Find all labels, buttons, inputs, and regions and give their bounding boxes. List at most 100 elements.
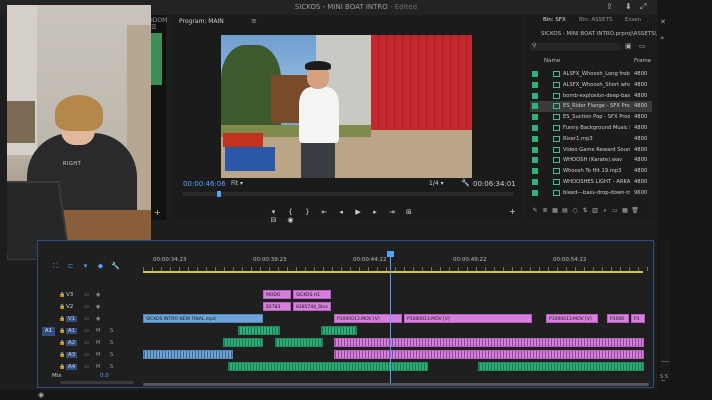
list-item[interactable]: bomb-explosion-deep-bass- 4800: [530, 91, 652, 102]
list-item-selected[interactable]: ES_Rider Flange - SFX Produ 4800: [530, 101, 652, 113]
clip-audio[interactable]: [238, 326, 280, 335]
automate-icon[interactable]: ▥: [590, 207, 600, 214]
clip-v2-82783[interactable]: 82783: [263, 302, 291, 311]
snap-icon[interactable]: ⛶: [48, 262, 63, 271]
list-item[interactable]: Riser1.mp3 4800: [530, 134, 652, 145]
program-playhead[interactable]: [217, 191, 221, 197]
lock-icon[interactable]: 🔒: [59, 364, 65, 370]
list-item[interactable]: WHOOSHES LIGHT - ARKAN 4800: [530, 177, 652, 188]
clip-v1-p1000013[interactable]: P1000013.MOV [V]: [404, 314, 532, 323]
add-marker-icon[interactable]: ▾: [78, 262, 93, 270]
track-label[interactable]: A3: [66, 352, 78, 358]
lift-button[interactable]: ⊞: [401, 208, 416, 216]
source-patch-a1[interactable]: A1: [42, 327, 55, 336]
plus-icon[interactable]: +: [154, 208, 161, 217]
pencil-icon[interactable]: ✎: [530, 207, 540, 214]
lock-icon[interactable]: 🔒: [59, 292, 65, 298]
list-item[interactable]: ALSFX_Whoosh_Long frobo 4800: [530, 69, 652, 80]
zoom-select[interactable]: Fit ▾: [231, 180, 243, 187]
sync-lock-icon[interactable]: ▭: [84, 364, 89, 370]
quick-export-icon[interactable]: ⬇: [625, 2, 632, 11]
list-item[interactable]: ALSFX_Whoosh_Short who 4800: [530, 80, 652, 91]
mix-value[interactable]: 0.0: [100, 373, 109, 379]
program-video-frame[interactable]: [221, 35, 472, 178]
list-item[interactable]: Video Game Reward Sound 4800: [530, 145, 652, 156]
play-button[interactable]: ▶: [351, 208, 366, 216]
track-label[interactable]: A2: [66, 340, 78, 346]
clip-audio-long[interactable]: [334, 338, 644, 347]
solo-icon[interactable]: S: [110, 352, 113, 358]
fullscreen-icon[interactable]: ⤢: [640, 2, 646, 12]
lock-icon[interactable]: 🔒: [59, 328, 65, 334]
eye-icon[interactable]: ◉: [96, 316, 100, 322]
clip-audio-long[interactable]: [334, 350, 644, 359]
program-scrubber[interactable]: [183, 191, 513, 197]
clip-audio-music[interactable]: [478, 362, 644, 371]
mark-out-button[interactable]: }: [300, 208, 315, 216]
sync-lock-icon[interactable]: ▭: [84, 340, 89, 346]
clip-v1-p1000013[interactable]: P1000013.MOV [V]: [334, 314, 402, 323]
timeline-playhead[interactable]: [390, 253, 391, 383]
mute-icon[interactable]: M: [96, 340, 100, 346]
sync-lock-icon[interactable]: ▭: [84, 328, 89, 334]
new-item-icon[interactable]: ▦: [620, 207, 630, 214]
freeform-view-icon[interactable]: ▤: [560, 207, 570, 214]
new-bin-icon[interactable]: ▭: [610, 207, 620, 214]
sync-lock-icon[interactable]: ▭: [84, 316, 89, 322]
tab-essential[interactable]: Essen: [625, 17, 641, 23]
tab-bin-sfx[interactable]: Bin: SFX: [543, 17, 566, 23]
lock-icon[interactable]: 🔒: [59, 352, 65, 358]
track-label[interactable]: A4: [66, 364, 78, 370]
share-icon[interactable]: ⇪: [606, 2, 613, 11]
track-label[interactable]: A1: [66, 328, 78, 334]
sync-lock-icon[interactable]: ▭: [84, 304, 89, 310]
wrench-icon[interactable]: 🔧: [108, 262, 123, 270]
sync-lock-icon[interactable]: ▭: [84, 292, 89, 298]
clip-v1-p1000[interactable]: P1000: [607, 314, 629, 323]
solo-icon[interactable]: S: [110, 328, 113, 334]
go-to-in-button[interactable]: ⇤: [317, 208, 332, 216]
tab-program[interactable]: Program: MAIN: [179, 18, 224, 25]
list-view-icon[interactable]: ≣: [540, 207, 550, 214]
export-frame-button[interactable]: ◉: [283, 216, 298, 224]
clip-v1-p1000013[interactable]: P1000013.MOV [V]: [546, 314, 598, 323]
source-tab[interactable]: IDOM ☰: [151, 17, 167, 31]
clip-v1-p1[interactable]: P1: [631, 314, 645, 323]
sync-lock-icon[interactable]: ▭: [84, 352, 89, 358]
timeline-ruler[interactable]: 00:00:34:23 00:00:39:23 00:00:44:22 00:0…: [143, 253, 651, 271]
track-height-scrollbar[interactable]: [60, 381, 134, 384]
clip-audio-blue[interactable]: [143, 350, 233, 359]
clip-audio[interactable]: [321, 326, 357, 335]
mute-icon[interactable]: M: [96, 364, 100, 370]
bin-search-input[interactable]: ⚲: [530, 42, 620, 51]
column-frame-rate[interactable]: Frame: [634, 58, 651, 64]
eye-icon[interactable]: ◉: [96, 292, 100, 298]
resolution-select[interactable]: 1/4 ▾: [429, 180, 444, 187]
list-item[interactable]: bleed---bass-drop-down-trai 9600: [530, 188, 652, 199]
solo-icon[interactable]: S: [110, 340, 113, 346]
eye-icon[interactable]: ◉: [96, 304, 100, 310]
column-name[interactable]: Name: [544, 58, 560, 64]
step-forward-button[interactable]: ▸: [368, 208, 383, 216]
clip-audio[interactable]: [275, 338, 323, 347]
plus-icon[interactable]: +: [509, 207, 516, 216]
wrench-icon[interactable]: 🔧: [461, 179, 470, 187]
list-item[interactable]: Funny Background Music N 4800: [530, 123, 652, 134]
meter-solo-label[interactable]: S S: [660, 374, 668, 380]
zoom-slider-icon[interactable]: ○: [570, 207, 580, 214]
playhead-timecode[interactable]: 00:00:46:06: [183, 180, 226, 188]
mute-icon[interactable]: M: [96, 328, 100, 334]
track-label[interactable]: V3: [66, 292, 73, 298]
scrollbar-thumb[interactable]: [143, 383, 649, 386]
marker-icon[interactable]: ◆: [93, 262, 108, 270]
lock-icon[interactable]: 🔒: [59, 316, 65, 322]
mark-in-button[interactable]: {: [283, 208, 298, 216]
clip-v1-intro[interactable]: SICKOS INTRO NEW FINAL.mp4: [143, 314, 263, 323]
add-marker-button[interactable]: ▾: [266, 208, 281, 216]
solo-icon[interactable]: S: [110, 364, 113, 370]
trash-icon[interactable]: 🗑: [630, 207, 640, 214]
list-item[interactable]: WHOOSH (Karate).wav 4800: [530, 155, 652, 166]
clip-audio[interactable]: [223, 338, 263, 347]
lock-icon[interactable]: 🔒: [59, 340, 65, 346]
close-icon[interactable]: ✕: [660, 18, 666, 26]
